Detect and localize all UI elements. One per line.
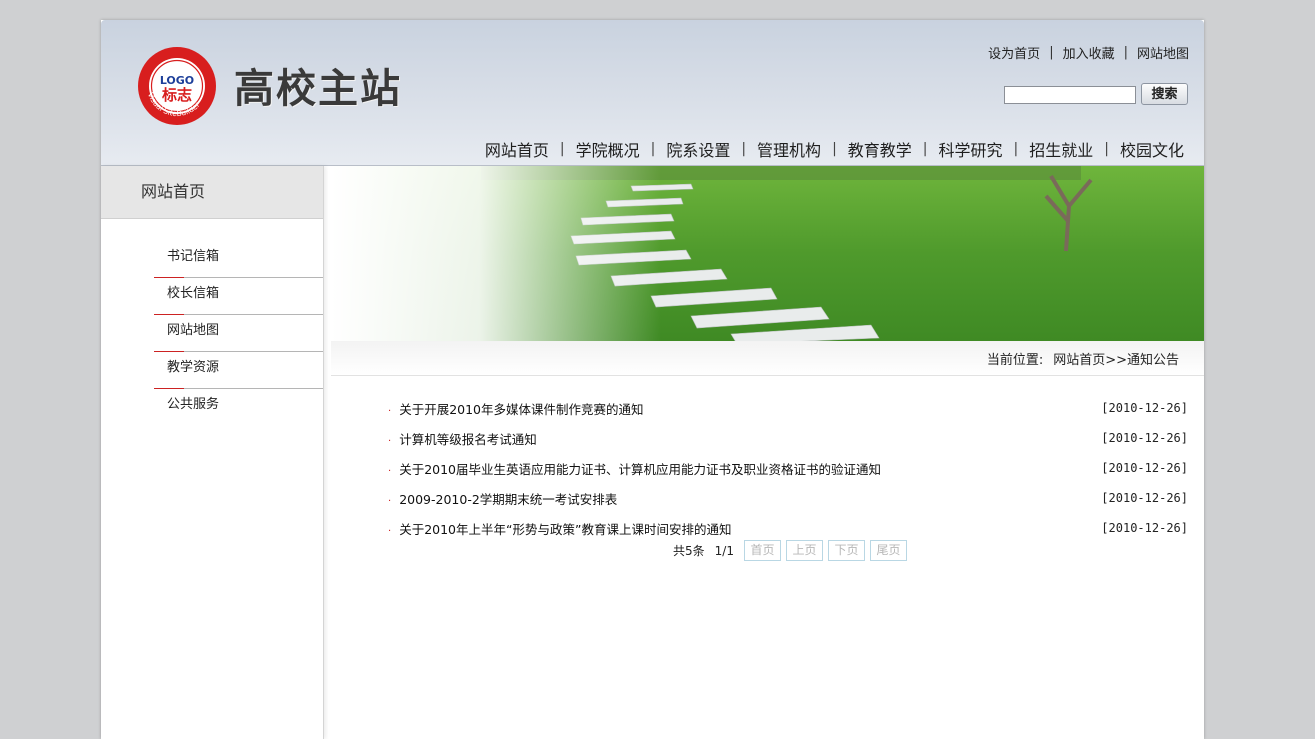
- nav-item-campus-culture[interactable]: 校园文化: [1120, 137, 1184, 161]
- notice-title[interactable]: 关于2010届毕业生英语应用能力证书、计算机应用能力证书及职业资格证书的验证通知: [399, 462, 881, 477]
- list-item: · 2009-2010-2学期期末统一考试安排表 [2010-12-26]: [388, 483, 1188, 513]
- notice-title[interactable]: 计算机等级报名考试通知: [399, 432, 537, 447]
- page-container: Visual SiteBuilder LOGO 标志 高校主站 设为首页 | 加…: [101, 20, 1204, 739]
- notice-date: [2010-12-26]: [1101, 431, 1188, 445]
- sitemap-link[interactable]: 网站地图: [1137, 43, 1189, 62]
- notice-date: [2010-12-26]: [1101, 521, 1188, 535]
- site-title[interactable]: 高校主站: [234, 56, 402, 114]
- breadcrumb-label: 当前位置:: [986, 353, 1044, 368]
- breadcrumb-path[interactable]: 网站首页>>通知公告: [1053, 353, 1179, 368]
- list-item: · 计算机等级报名考试通知 [2010-12-26]: [388, 423, 1188, 453]
- nav-item-education[interactable]: 教育教学: [848, 137, 912, 161]
- nav-separator: |: [922, 141, 928, 157]
- sidebar: 网站首页 书记信箱 校长信箱 网站地图 教学资源 公共服务: [101, 166, 324, 739]
- notice-title[interactable]: 关于2010年上半年“形势与政策”教育课上课时间安排的通知: [399, 522, 731, 537]
- nav-separator: |: [559, 141, 565, 157]
- search-button[interactable]: 搜索: [1141, 83, 1188, 105]
- notice-date: [2010-12-26]: [1101, 461, 1188, 475]
- list-item: · 关于2010年上半年“形势与政策”教育课上课时间安排的通知 [2010-12-…: [388, 513, 1188, 543]
- pagination: 共5条 1/1 首页 上页 下页 尾页: [673, 540, 912, 561]
- nav-item-departments[interactable]: 院系设置: [666, 137, 730, 161]
- nav-separator: |: [1104, 141, 1109, 157]
- nav-item-administration[interactable]: 管理机构: [757, 137, 821, 161]
- sidebar-item-teaching-resources[interactable]: 教学资源: [154, 353, 323, 389]
- top-links: 设为首页 | 加入收藏 | 网站地图: [988, 43, 1189, 62]
- top-link-separator: |: [1123, 45, 1128, 60]
- nav-item-research[interactable]: 科学研究: [939, 137, 1003, 161]
- site-header: Visual SiteBuilder LOGO 标志 高校主站 设为首页 | 加…: [101, 20, 1204, 166]
- last-page-button[interactable]: 尾页: [869, 540, 907, 561]
- sidebar-item-president-mailbox[interactable]: 校长信箱: [154, 279, 323, 315]
- next-page-button[interactable]: 下页: [827, 540, 865, 561]
- notice-list: · 关于开展2010年多媒体课件制作竞赛的通知 [2010-12-26] · 计算机…: [388, 393, 1188, 543]
- notice-date: [2010-12-26]: [1101, 401, 1188, 415]
- first-page-button[interactable]: 首页: [743, 540, 781, 561]
- banner-image: [331, 166, 1204, 341]
- sidebar-item-sitemap[interactable]: 网站地图: [154, 316, 323, 352]
- nav-separator: |: [832, 141, 837, 157]
- bullet-icon: ·: [388, 435, 392, 447]
- list-item: · 关于开展2010年多媒体课件制作竞赛的通知 [2010-12-26]: [388, 393, 1188, 423]
- notice-title[interactable]: 2009-2010-2学期期末统一考试安排表: [399, 492, 617, 507]
- bullet-icon: ·: [388, 465, 392, 477]
- prev-page-button[interactable]: 上页: [785, 540, 823, 561]
- nav-separator: |: [741, 141, 747, 157]
- logo-sub: 标志: [161, 86, 192, 104]
- breadcrumb-bar: 当前位置: 网站首页>>通知公告: [331, 341, 1204, 376]
- pager-total: 共5条: [673, 544, 705, 558]
- set-homepage-link[interactable]: 设为首页: [988, 43, 1040, 62]
- top-link-separator: |: [1049, 45, 1054, 60]
- bullet-icon: ·: [388, 495, 392, 507]
- sidebar-list: 书记信箱 校长信箱 网站地图 教学资源 公共服务: [154, 242, 323, 426]
- breadcrumb: 当前位置: 网站首页>>通知公告: [987, 349, 1179, 368]
- notice-date: [2010-12-26]: [1101, 491, 1188, 505]
- search-input[interactable]: [1004, 86, 1136, 104]
- pager-page: 1/1: [714, 543, 734, 558]
- add-favorite-link[interactable]: 加入收藏: [1063, 43, 1115, 62]
- nav-separator: |: [650, 141, 656, 157]
- nav-item-admissions[interactable]: 招生就业: [1029, 137, 1093, 161]
- list-item: · 关于2010届毕业生英语应用能力证书、计算机应用能力证书及职业资格证书的验证通…: [388, 453, 1188, 483]
- sidebar-item-public-services[interactable]: 公共服务: [154, 390, 323, 425]
- main-nav: 网站首页 | 学院概况 | 院系设置 | 管理机构 | 教育教学 | 科学研究 …: [485, 137, 1184, 161]
- nav-item-about[interactable]: 学院概况: [576, 137, 640, 161]
- logo-emblem[interactable]: Visual SiteBuilder LOGO 标志: [137, 46, 217, 126]
- sidebar-heading[interactable]: 网站首页: [101, 166, 323, 219]
- bullet-icon: ·: [388, 525, 392, 537]
- notice-title[interactable]: 关于开展2010年多媒体课件制作竞赛的通知: [399, 402, 643, 417]
- bullet-icon: ·: [388, 405, 392, 417]
- nav-item-home[interactable]: 网站首页: [485, 137, 549, 161]
- nav-separator: |: [1013, 141, 1019, 157]
- sidebar-item-secretary-mailbox[interactable]: 书记信箱: [154, 242, 323, 278]
